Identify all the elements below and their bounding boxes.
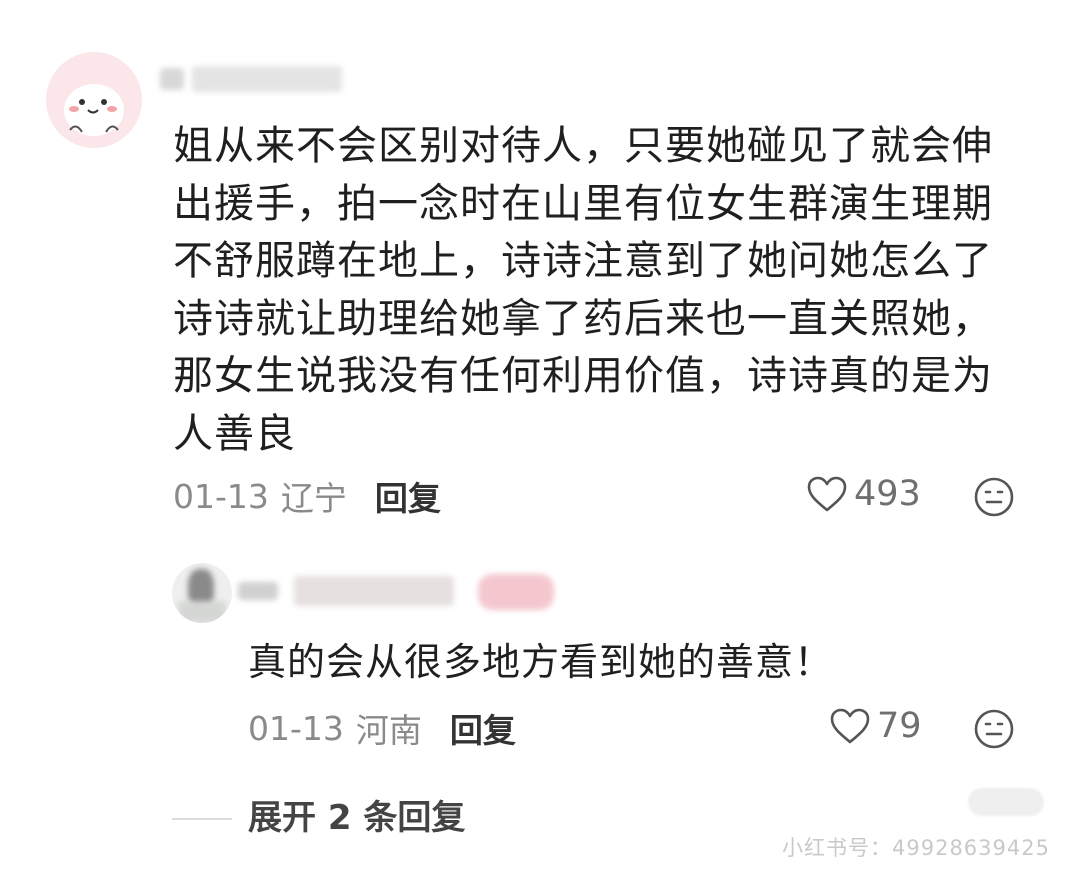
reply-button[interactable]: 回复 (375, 472, 441, 520)
reply-location: 河南 (355, 711, 422, 750)
comment-meta: 01-13 辽宁 回复 (173, 472, 441, 520)
comment-date: 01-13 (173, 476, 269, 516)
reply-reply-button[interactable]: 回复 (450, 704, 516, 752)
reply-avatar[interactable] (172, 563, 232, 623)
emoji-face-icon (974, 477, 1014, 517)
reply-meta: 01-13 河南 回复 (248, 704, 516, 752)
reply-emoji-react-button[interactable] (972, 707, 1016, 755)
username-redacted[interactable] (160, 60, 360, 100)
emoji-face-icon (974, 709, 1014, 749)
reply-username-redacted[interactable] (238, 568, 638, 614)
reply-text: 真的会从很多地方看到她的善意！ (248, 640, 834, 684)
like-button[interactable]: 493 (806, 474, 921, 514)
heart-outline-icon (807, 476, 847, 512)
comment-location: 辽宁 (280, 479, 347, 518)
avatar[interactable] (46, 52, 142, 148)
expand-replies-button[interactable]: 展开 2 条回复 (248, 796, 465, 840)
expand-divider (172, 818, 232, 820)
reply-like-count: 79 (877, 706, 922, 746)
watermark-logo (968, 788, 1044, 816)
reply-date: 01-13 (248, 708, 344, 748)
watermark-text: 小红书号：4992863942​5 (782, 836, 1050, 860)
like-count: 493 (854, 474, 921, 514)
comment-text: 姐从来不会区别对待人，只要她碰见了就会伸出援手，拍一念时在山里有位女生群演生理期… (173, 123, 993, 457)
reply-like-button[interactable]: 79 (829, 706, 922, 746)
heart-outline-icon (830, 708, 870, 744)
emoji-react-button[interactable] (972, 475, 1016, 523)
avatar-face-icon (64, 84, 124, 136)
